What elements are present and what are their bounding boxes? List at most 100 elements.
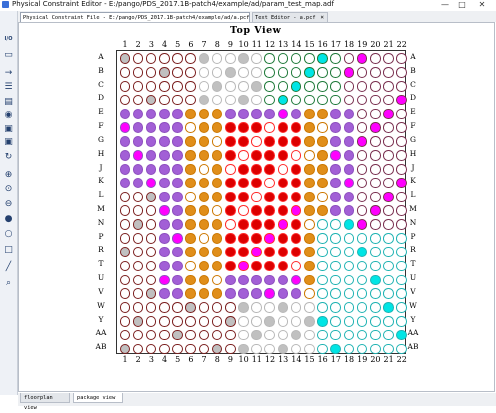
pin-site-L3[interactable]: [144, 190, 158, 203]
pin-site-U15[interactable]: [303, 273, 317, 286]
pin-site-F21[interactable]: [382, 121, 396, 134]
pin-site-G9[interactable]: [223, 135, 237, 148]
pin-site-V18[interactable]: [342, 287, 356, 300]
save-icon[interactable]: ▣: [3, 123, 14, 134]
pin-site-F12[interactable]: [263, 121, 277, 134]
pin-site-B5[interactable]: [171, 66, 185, 79]
pin-site-AA6[interactable]: [184, 328, 198, 341]
pin-site-F15[interactable]: [303, 121, 317, 134]
pin-site-AA18[interactable]: [342, 328, 356, 341]
pin-site-T21[interactable]: [382, 259, 396, 272]
pin-site-C6[interactable]: [184, 80, 198, 93]
pin-site-D11[interactable]: [250, 93, 264, 106]
pin-site-G4[interactable]: [158, 135, 172, 148]
pin-site-N19[interactable]: [355, 218, 369, 231]
pin-site-Y4[interactable]: [158, 315, 172, 328]
pin-site-AB12[interactable]: [263, 342, 277, 355]
pin-site-L4[interactable]: [158, 190, 172, 203]
pin-site-R7[interactable]: [197, 245, 211, 258]
pin-site-M10[interactable]: [237, 204, 251, 217]
pin-site-J19[interactable]: [355, 163, 369, 176]
pin-site-E21[interactable]: [382, 107, 396, 120]
pin-site-U4[interactable]: [158, 273, 172, 286]
pin-site-AA11[interactable]: [250, 328, 264, 341]
pin-site-R12[interactable]: [263, 245, 277, 258]
pin-site-V7[interactable]: [197, 287, 211, 300]
pin-site-J9[interactable]: [223, 163, 237, 176]
pin-site-AB16[interactable]: [316, 342, 330, 355]
pin-site-E12[interactable]: [263, 107, 277, 120]
pin-site-F4[interactable]: [158, 121, 172, 134]
pin-site-J6[interactable]: [184, 163, 198, 176]
pin-site-E22[interactable]: [395, 107, 409, 120]
pin-site-W5[interactable]: [171, 301, 185, 314]
pin-site-C22[interactable]: [395, 80, 409, 93]
pin-site-U19[interactable]: [355, 273, 369, 286]
pin-site-Y18[interactable]: [342, 315, 356, 328]
pin-site-N3[interactable]: [144, 218, 158, 231]
pin-site-L18[interactable]: [342, 190, 356, 203]
refresh-icon[interactable]: ↻: [3, 151, 14, 162]
pin-site-L19[interactable]: [355, 190, 369, 203]
pin-site-A6[interactable]: [184, 52, 198, 65]
pin-site-U1[interactable]: [118, 273, 132, 286]
pin-site-H11[interactable]: [250, 149, 264, 162]
pin-site-AB22[interactable]: [395, 342, 409, 355]
pin-site-P8[interactable]: [210, 232, 224, 245]
pin-site-F20[interactable]: [368, 121, 382, 134]
pin-site-K14[interactable]: [289, 176, 303, 189]
pin-site-E8[interactable]: [210, 107, 224, 120]
pin-site-F1[interactable]: [118, 121, 132, 134]
pin-site-W8[interactable]: [210, 301, 224, 314]
pin-site-M12[interactable]: [263, 204, 277, 217]
pin-site-T7[interactable]: [197, 259, 211, 272]
pin-site-P4[interactable]: [158, 232, 172, 245]
pin-site-W19[interactable]: [355, 301, 369, 314]
pin-site-E15[interactable]: [303, 107, 317, 120]
pin-site-U9[interactable]: [223, 273, 237, 286]
pin-site-G5[interactable]: [171, 135, 185, 148]
pin-site-Y21[interactable]: [382, 315, 396, 328]
pin-site-W4[interactable]: [158, 301, 172, 314]
pin-site-D6[interactable]: [184, 93, 198, 106]
pin-site-AB14[interactable]: [289, 342, 303, 355]
pin-site-K10[interactable]: [237, 176, 251, 189]
pin-site-D9[interactable]: [223, 93, 237, 106]
pin-site-R18[interactable]: [342, 245, 356, 258]
pin-site-Y10[interactable]: [237, 315, 251, 328]
pin-site-N13[interactable]: [276, 218, 290, 231]
pin-site-A13[interactable]: [276, 52, 290, 65]
pin-site-Y2[interactable]: [131, 315, 145, 328]
pin-site-A8[interactable]: [210, 52, 224, 65]
pin-site-AB5[interactable]: [171, 342, 185, 355]
pin-site-H3[interactable]: [144, 149, 158, 162]
pin-site-V15[interactable]: [303, 287, 317, 300]
pin-site-F10[interactable]: [237, 121, 251, 134]
pin-site-R16[interactable]: [316, 245, 330, 258]
pin-site-C4[interactable]: [158, 80, 172, 93]
pin-site-U2[interactable]: [131, 273, 145, 286]
pin-site-C12[interactable]: [263, 80, 277, 93]
pin-site-U13[interactable]: [276, 273, 290, 286]
pin-site-K15[interactable]: [303, 176, 317, 189]
pin-site-U22[interactable]: [395, 273, 409, 286]
pin-site-A10[interactable]: [237, 52, 251, 65]
pin-site-G10[interactable]: [237, 135, 251, 148]
pin-site-L5[interactable]: [171, 190, 185, 203]
pin-site-C9[interactable]: [223, 80, 237, 93]
pin-site-H18[interactable]: [342, 149, 356, 162]
pin-site-W14[interactable]: [289, 301, 303, 314]
pin-site-U7[interactable]: [197, 273, 211, 286]
arrow-icon[interactable]: →: [3, 67, 14, 78]
pin-site-M11[interactable]: [250, 204, 264, 217]
pin-site-N17[interactable]: [329, 218, 343, 231]
pin-site-A2[interactable]: [131, 52, 145, 65]
pin-site-C1[interactable]: [118, 80, 132, 93]
pin-site-W11[interactable]: [250, 301, 264, 314]
pin-site-N12[interactable]: [263, 218, 277, 231]
pin-site-D10[interactable]: [237, 93, 251, 106]
pin-site-G13[interactable]: [276, 135, 290, 148]
pin-site-L8[interactable]: [210, 190, 224, 203]
pin-site-U21[interactable]: [382, 273, 396, 286]
pin-site-G14[interactable]: [289, 135, 303, 148]
